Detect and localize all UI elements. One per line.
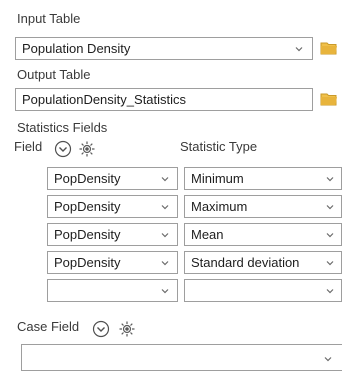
statistic-type-dropdown[interactable]: Standard deviation xyxy=(184,251,342,274)
chevron-down-icon xyxy=(323,354,333,364)
statistic-type-value: Minimum xyxy=(191,171,244,186)
statistic-type-dropdown[interactable]: Minimum xyxy=(184,167,342,190)
statistic-type-value: Mean xyxy=(191,227,224,242)
chevron-down-icon xyxy=(325,202,335,212)
output-table-label: Output Table xyxy=(17,67,91,82)
chevron-down-icon xyxy=(325,286,335,296)
statistic-type-value: Standard deviation xyxy=(191,255,300,270)
statistic-type-dropdown[interactable] xyxy=(184,279,342,302)
statistics-field-dropdown[interactable]: PopDensity xyxy=(47,223,178,246)
chevron-down-icon xyxy=(160,174,170,184)
gear-icon[interactable] xyxy=(78,140,95,157)
chevron-down-icon xyxy=(325,174,335,184)
statistics-field-dropdown[interactable]: PopDensity xyxy=(47,251,178,274)
chevron-down-icon xyxy=(294,44,304,54)
chevron-down-icon xyxy=(160,258,170,268)
statistic-type-dropdown[interactable]: Mean xyxy=(184,223,342,246)
chevron-down-icon xyxy=(325,230,335,240)
statistics-fields-label: Statistics Fields xyxy=(17,120,108,135)
output-table-value: PopulationDensity_Statistics xyxy=(22,92,187,107)
input-table-dropdown[interactable]: Population Density xyxy=(15,37,313,60)
input-table-label: Input Table xyxy=(17,11,81,26)
statistics-field-value: PopDensity xyxy=(54,255,121,270)
field-column-header: Field xyxy=(14,139,43,154)
input-table-folder-icon[interactable] xyxy=(320,40,338,56)
chevron-down-icon xyxy=(160,286,170,296)
circle-chevron-icon[interactable] xyxy=(54,140,72,158)
statistic-type-dropdown[interactable]: Maximum xyxy=(184,195,342,218)
chevron-down-icon xyxy=(325,258,335,268)
chevron-down-icon xyxy=(160,202,170,212)
output-table-folder-icon[interactable] xyxy=(320,91,338,107)
statistics-field-dropdown[interactable] xyxy=(47,279,178,302)
case-field-dropdown[interactable] xyxy=(21,344,342,371)
statistics-field-dropdown[interactable]: PopDensity xyxy=(47,167,178,190)
output-table-input[interactable]: PopulationDensity_Statistics xyxy=(15,88,313,111)
chevron-down-icon xyxy=(160,230,170,240)
case-field-circle-chevron-icon[interactable] xyxy=(92,320,110,338)
case-field-label: Case Field xyxy=(17,319,80,334)
statistics-field-value: PopDensity xyxy=(54,227,121,242)
case-field-gear-icon[interactable] xyxy=(118,320,135,337)
statistics-field-value: PopDensity xyxy=(54,199,121,214)
statistics-field-value: PopDensity xyxy=(54,171,121,186)
statistics-field-dropdown[interactable]: PopDensity xyxy=(47,195,178,218)
statistic-type-column-header: Statistic Type xyxy=(180,139,258,154)
statistic-type-value: Maximum xyxy=(191,199,248,214)
input-table-value: Population Density xyxy=(22,41,131,56)
